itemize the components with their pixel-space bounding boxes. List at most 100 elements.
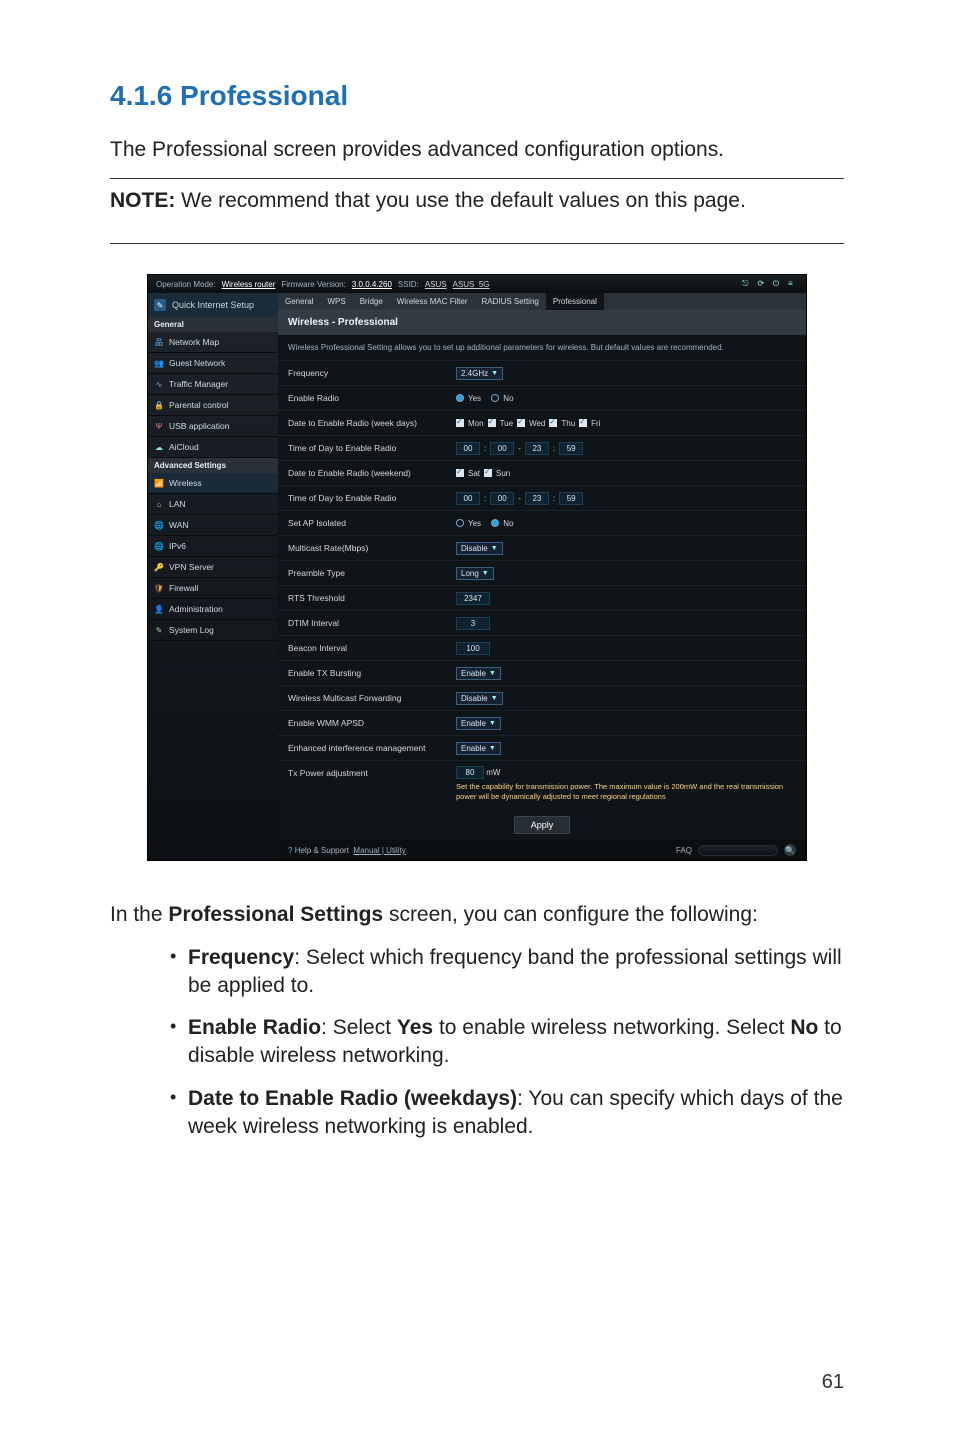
chk-mon[interactable]	[456, 419, 464, 427]
intro-bold: Professional Settings	[168, 903, 383, 926]
time-m1-input[interactable]: 00	[490, 442, 514, 455]
ssid-2[interactable]: ASUS_5G	[453, 280, 490, 289]
sidebar-item-usb-application[interactable]: ΨUSB application	[148, 416, 278, 437]
chk-tue[interactable]	[488, 419, 496, 427]
txburst-select[interactable]: Enable▼	[456, 667, 501, 680]
label-dtim: DTIM Interval	[278, 611, 448, 635]
chevron-down-icon: ▼	[491, 370, 498, 377]
tab-general[interactable]: General	[278, 293, 320, 310]
time-m2-input[interactable]: 59	[559, 492, 583, 505]
tab-wps[interactable]: WPS	[320, 293, 352, 310]
wand-icon: ✎	[154, 299, 166, 311]
tab-mac-filter[interactable]: Wireless MAC Filter	[390, 293, 475, 310]
tab-radius[interactable]: RADIUS Setting	[475, 293, 546, 310]
radio-no[interactable]	[491, 519, 499, 527]
radio-no[interactable]	[491, 394, 499, 402]
op-mode-value[interactable]: Wireless router	[222, 280, 276, 289]
sidebar-item-ipv6[interactable]: 🌐 IPv6	[148, 536, 278, 557]
sidebar-item-firewall[interactable]: 🛡Firewall	[148, 578, 278, 599]
sidebar-item-label: IPv6	[169, 541, 186, 551]
wmm-select[interactable]: Enable▼	[456, 717, 501, 730]
intro-part1: In the	[110, 903, 168, 926]
intro-part2: screen, you can configure the following:	[383, 903, 758, 926]
dtim-input[interactable]: 3	[456, 617, 490, 630]
search-icon[interactable]: 🔍	[784, 844, 796, 856]
chk-wed[interactable]	[517, 419, 525, 427]
sidebar-item-administration[interactable]: 👤Administration	[148, 599, 278, 620]
chevron-down-icon: ▼	[489, 720, 496, 727]
chk-sat[interactable]	[456, 469, 464, 477]
sitemap-icon[interactable]: ≡	[788, 279, 798, 289]
label-ap-isolated: Set AP Isolated	[278, 511, 448, 535]
sidebar-item-guest-network[interactable]: 👥Guest Network	[148, 353, 278, 374]
section-heading: 4.1.6 Professional	[110, 80, 844, 112]
select-value: Disable	[461, 544, 488, 553]
multicast-select[interactable]: Disable▼	[456, 542, 503, 555]
time-m1-input[interactable]: 00	[490, 492, 514, 505]
chk-sun[interactable]	[484, 469, 492, 477]
router-main: General WPS Bridge Wireless MAC Filter R…	[278, 293, 806, 860]
bullet-bold3: No	[790, 1016, 818, 1039]
time-h1-input[interactable]: 00	[456, 442, 480, 455]
nodes-icon: 品	[154, 337, 164, 347]
manual-utility-links[interactable]: Manual | Utility	[353, 846, 405, 855]
tab-bridge[interactable]: Bridge	[353, 293, 390, 310]
sidebar-item-vpn-server[interactable]: 🔑VPN Server	[148, 557, 278, 578]
pulse-icon: ∿	[154, 379, 164, 389]
help-support-link[interactable]: Help & Support	[295, 846, 349, 855]
beacon-input[interactable]: 100	[456, 642, 490, 655]
language-icon[interactable]: ⟳	[758, 279, 768, 289]
sidebar-item-network-map[interactable]: 品Network Map	[148, 332, 278, 353]
time-h1-input[interactable]: 00	[456, 492, 480, 505]
select-value: Enable	[461, 669, 486, 678]
label-rts: RTS Threshold	[278, 586, 448, 610]
router-sidebar: ✎ Quick Internet Setup General 品Network …	[148, 293, 278, 860]
wifi-icon: 📶	[154, 478, 164, 488]
time-h2-input[interactable]: 23	[525, 442, 549, 455]
sidebar-item-wan[interactable]: 🌐WAN	[148, 515, 278, 536]
radio-yes[interactable]	[456, 394, 464, 402]
intro-paragraph: In the Professional Settings screen, you…	[110, 901, 844, 930]
preamble-select[interactable]: Long▼	[456, 567, 494, 580]
sidebar-item-system-log[interactable]: ✎System Log	[148, 620, 278, 641]
chk-thu[interactable]	[549, 419, 557, 427]
faq-label: FAQ	[676, 846, 692, 855]
quick-internet-setup[interactable]: ✎ Quick Internet Setup	[148, 293, 278, 317]
globe-icon: 🌐	[154, 541, 164, 551]
apply-button[interactable]: Apply	[514, 816, 571, 834]
txpower-input[interactable]: 80	[456, 766, 484, 779]
people-icon: 👥	[154, 358, 164, 368]
note-label: NOTE:	[110, 189, 175, 212]
chevron-down-icon: ▼	[489, 670, 496, 677]
sidebar-item-wireless[interactable]: 📶Wireless	[148, 473, 278, 494]
sidebar-item-parental-control[interactable]: 🔒Parental control	[148, 395, 278, 416]
logout-icon[interactable]: ⎋	[742, 279, 752, 289]
frequency-select[interactable]: 2.4GHz▼	[456, 367, 503, 380]
time-h2-input[interactable]: 23	[525, 492, 549, 505]
select-value: Enable	[461, 719, 486, 728]
chk-fri[interactable]	[579, 419, 587, 427]
log-icon: ✎	[154, 625, 164, 635]
txpower-unit: mW	[486, 768, 500, 777]
row-frequency: Frequency2.4GHz▼	[278, 360, 806, 385]
sidebar-item-lan[interactable]: ⌂LAN	[148, 494, 278, 515]
radio-yes-label: Yes	[468, 519, 481, 528]
time-m2-input[interactable]: 59	[559, 442, 583, 455]
eim-select[interactable]: Enable▼	[456, 742, 501, 755]
sidebar-item-aicloud[interactable]: ☁AiCloud	[148, 437, 278, 458]
chevron-down-icon: ▼	[491, 545, 498, 552]
feature-list: Frequency: Select which frequency band t…	[110, 944, 844, 1141]
day-label: Wed	[529, 419, 545, 428]
sidebar-item-traffic-manager[interactable]: ∿Traffic Manager	[148, 374, 278, 395]
day-label: Sat	[468, 469, 480, 478]
row-enable-radio: Enable RadioYes No	[278, 385, 806, 410]
fw-value[interactable]: 3.0.0.4.260	[352, 280, 392, 289]
faq-search-input[interactable]	[698, 845, 778, 856]
panel-title: Wireless - Professional	[278, 310, 806, 335]
reboot-icon[interactable]: ⏻	[773, 279, 783, 289]
radio-yes[interactable]	[456, 519, 464, 527]
tab-professional[interactable]: Professional	[546, 293, 604, 310]
rts-input[interactable]: 2347	[456, 592, 490, 605]
ssid-1[interactable]: ASUS	[425, 280, 447, 289]
wmf-select[interactable]: Disable▼	[456, 692, 503, 705]
